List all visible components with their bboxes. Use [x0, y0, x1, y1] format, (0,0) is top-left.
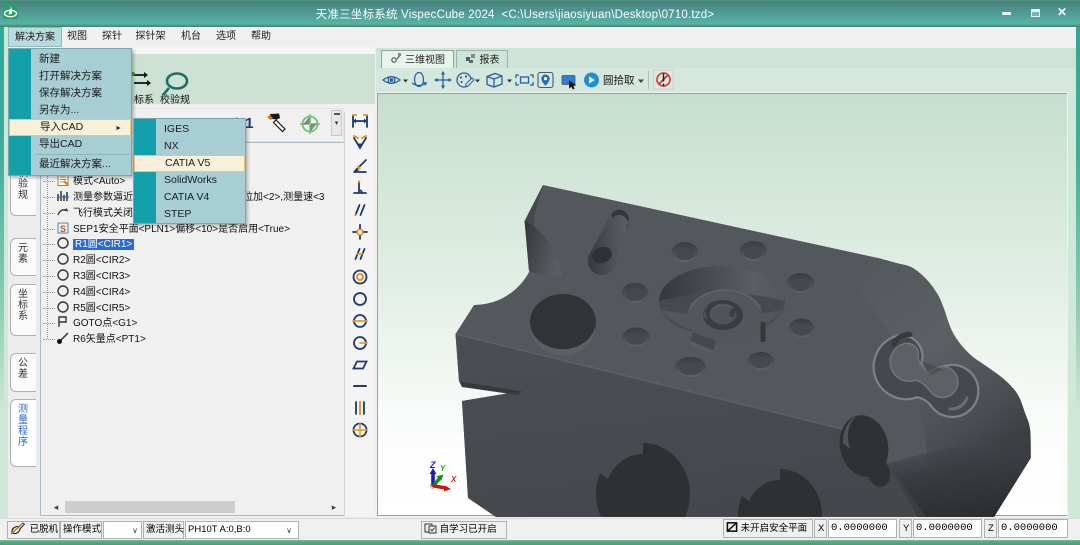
- svg-text:Y: Y: [440, 464, 446, 473]
- svg-text:校验规: 校验规: [160, 93, 190, 104]
- svg-text:S: S: [60, 224, 66, 234]
- svg-text:圆拾取: 圆拾取: [603, 74, 635, 87]
- svg-text:X: X: [450, 475, 457, 484]
- svg-text:Z: Z: [429, 460, 436, 470]
- svg-text:标系: 标系: [134, 94, 154, 104]
